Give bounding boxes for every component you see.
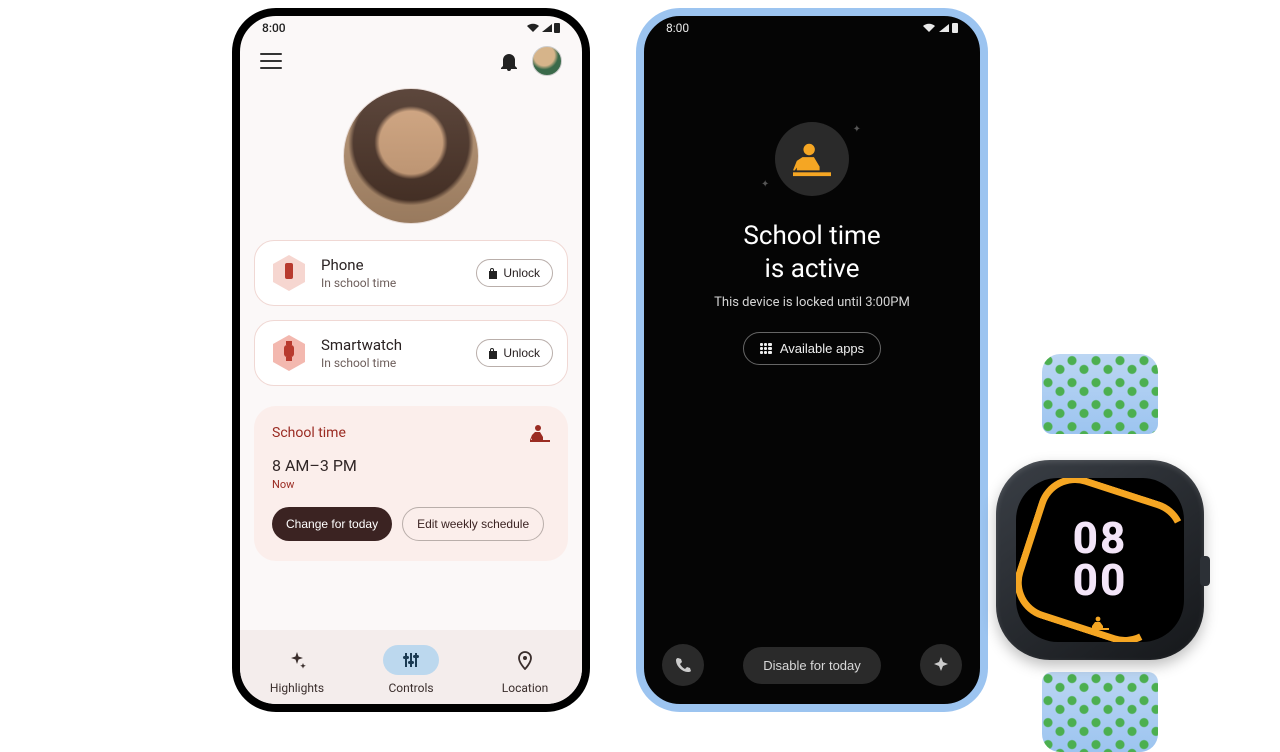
child-avatar[interactable] (343, 88, 479, 224)
pin-icon (516, 650, 534, 670)
watch-face[interactable]: 08 00 (1016, 478, 1184, 642)
school-time-icon: ✦ ✦ (775, 122, 849, 196)
nav-controls[interactable]: Controls (366, 645, 456, 695)
battery-icon (554, 23, 560, 33)
watch-case: 08 00 (996, 460, 1204, 660)
battery-icon (952, 23, 958, 33)
phone-shortcut-button[interactable] (662, 644, 704, 686)
nav-location[interactable]: Location (480, 645, 570, 695)
device-status: In school time (321, 356, 464, 370)
watch-hex-icon (269, 333, 309, 373)
lock-icon (487, 267, 497, 279)
lock-icon (487, 347, 497, 359)
wifi-icon (922, 23, 936, 33)
bottom-nav: Highlights Controls Location (240, 630, 582, 704)
status-bar: 8:00 (644, 16, 980, 38)
assistant-shortcut-button[interactable] (920, 644, 962, 686)
device-card-smartwatch[interactable]: Smartwatch In school time Unlock (254, 320, 568, 386)
signal-icon (542, 24, 552, 32)
lockscreen-title: School time is active (644, 220, 980, 285)
lockscreen-bottom-bar: Disable for today (644, 644, 980, 686)
desk-icon (530, 424, 550, 442)
grid-icon (760, 343, 772, 355)
smartwatch: 08 00 (996, 394, 1204, 706)
desk-icon (1091, 616, 1109, 630)
family-link-phone: 8:00 Phone In school time (232, 8, 590, 712)
available-apps-button[interactable]: Available apps (743, 332, 881, 365)
sparkle-icon (287, 650, 307, 670)
watch-crown[interactable] (1200, 556, 1210, 586)
change-for-today-button[interactable]: Change for today (272, 507, 392, 541)
sparkle-icon (932, 656, 950, 674)
signal-icon (939, 24, 949, 32)
edit-weekly-schedule-button[interactable]: Edit weekly schedule (402, 507, 544, 541)
schedule-card: School time 8 AM–3 PM Now Change for tod… (254, 406, 568, 561)
sliders-icon (401, 650, 421, 670)
phone-icon (674, 656, 692, 674)
app-topbar (240, 38, 582, 78)
status-time: 8:00 (262, 21, 286, 35)
sparkle-icon: ✦ (761, 179, 769, 190)
phone-hex-icon (269, 253, 309, 293)
status-bar: 8:00 (240, 16, 582, 38)
status-time: 8:00 (666, 21, 689, 35)
watch-minutes: 00 (1073, 560, 1128, 602)
menu-icon[interactable] (260, 53, 282, 69)
disable-for-today-button[interactable]: Disable for today (743, 647, 881, 684)
watch-band-bottom (1042, 672, 1158, 752)
wifi-icon (526, 23, 540, 33)
unlock-button[interactable]: Unlock (476, 259, 553, 287)
status-icons (922, 23, 958, 33)
lockscreen-phone: 8:00 ✦ ✦ School time is active This devi… (636, 8, 988, 712)
lockscreen-subtitle: This device is locked until 3:00PM (644, 295, 980, 310)
schedule-title: School time (272, 425, 346, 441)
device-card-phone[interactable]: Phone In school time Unlock (254, 240, 568, 306)
device-name: Smartwatch (321, 336, 464, 354)
device-name: Phone (321, 256, 464, 274)
nav-highlights[interactable]: Highlights (252, 645, 342, 695)
device-status: In school time (321, 276, 464, 290)
watch-band-top (1042, 354, 1158, 434)
parent-avatar[interactable] (532, 46, 562, 76)
status-icons (526, 23, 560, 33)
schedule-range: 8 AM–3 PM (272, 456, 550, 475)
unlock-button[interactable]: Unlock (476, 339, 553, 367)
bell-icon[interactable] (500, 51, 518, 71)
schedule-now: Now (272, 478, 550, 491)
sparkle-icon: ✦ (853, 124, 861, 135)
